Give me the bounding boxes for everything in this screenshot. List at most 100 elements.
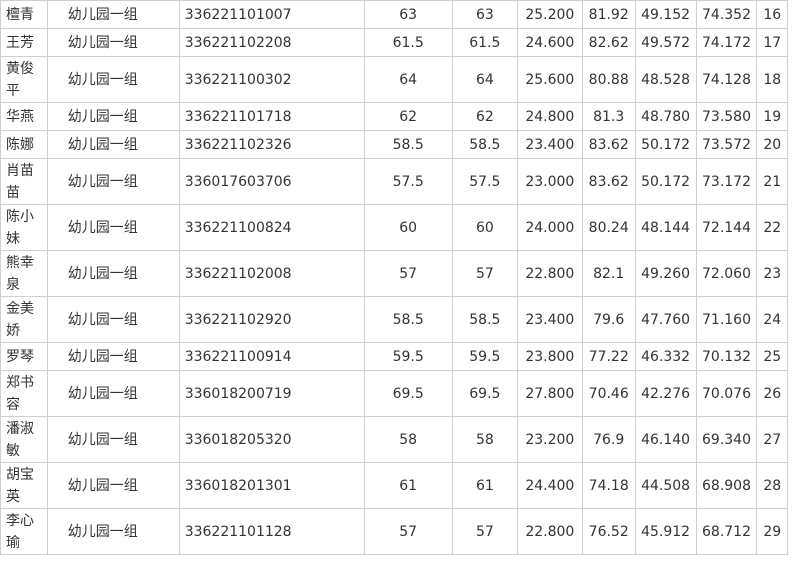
written-raw: 63 — [363, 0, 453, 29]
table-row: 檀青 幼儿园一组 336221101007 63 63 25.200 81.92… — [0, 0, 788, 29]
candidate-name: 郑书容 — [0, 370, 48, 417]
written-score: 62 — [451, 102, 518, 131]
rank: 16 — [756, 0, 788, 29]
table-row: 肖苗苗 幼儿园一组 336017603706 57.5 57.5 23.000 … — [0, 158, 788, 205]
written-raw: 58.5 — [363, 130, 453, 159]
interview-score: 76.9 — [581, 416, 636, 463]
interview-weighted: 49.152 — [634, 0, 697, 29]
written-score: 58.5 — [451, 296, 518, 343]
candidate-name: 华燕 — [0, 102, 48, 131]
group-cell: 幼儿园一组 — [46, 0, 180, 29]
written-weighted: 24.400 — [516, 462, 583, 509]
written-weighted: 25.200 — [516, 0, 583, 29]
exam-id: 336018200719 — [178, 370, 365, 417]
interview-score: 77.22 — [581, 342, 636, 371]
total-score: 70.132 — [695, 342, 758, 371]
written-score: 58 — [451, 416, 518, 463]
total-score: 73.572 — [695, 130, 758, 159]
total-score: 70.076 — [695, 370, 758, 417]
total-score: 72.144 — [695, 204, 758, 251]
rank: 19 — [756, 102, 788, 131]
exam-id: 336221100824 — [178, 204, 365, 251]
group-cell: 幼儿园一组 — [46, 158, 180, 205]
table-row: 罗琴 幼儿园一组 336221100914 59.5 59.5 23.800 7… — [0, 342, 788, 371]
candidate-name: 熊幸泉 — [0, 250, 48, 297]
table-row: 熊幸泉 幼儿园一组 336221102008 57 57 22.800 82.1… — [0, 250, 788, 297]
rank: 25 — [756, 342, 788, 371]
exam-id: 336221101007 — [178, 0, 365, 29]
table-row: 陈小妹 幼儿园一组 336221100824 60 60 24.000 80.2… — [0, 204, 788, 251]
interview-score: 81.3 — [581, 102, 636, 131]
interview-score: 82.1 — [581, 250, 636, 297]
interview-score: 80.88 — [581, 56, 636, 103]
group-cell: 幼儿园一组 — [46, 250, 180, 297]
candidate-name: 陈小妹 — [0, 204, 48, 251]
total-score: 69.340 — [695, 416, 758, 463]
exam-id: 336221102008 — [178, 250, 365, 297]
written-weighted: 23.800 — [516, 342, 583, 371]
score-table: 檀青 幼儿园一组 336221101007 63 63 25.200 81.92… — [0, 0, 788, 555]
interview-weighted: 48.144 — [634, 204, 697, 251]
group-cell: 幼儿园一组 — [46, 296, 180, 343]
interview-weighted: 45.912 — [634, 508, 697, 555]
written-score: 64 — [451, 56, 518, 103]
candidate-name: 肖苗苗 — [0, 158, 48, 205]
table-row: 郑书容 幼儿园一组 336018200719 69.5 69.5 27.800 … — [0, 370, 788, 417]
written-score: 69.5 — [451, 370, 518, 417]
written-weighted: 23.000 — [516, 158, 583, 205]
rank: 18 — [756, 56, 788, 103]
table-row: 黄俊平 幼儿园一组 336221100302 64 64 25.600 80.8… — [0, 56, 788, 103]
rank: 24 — [756, 296, 788, 343]
interview-weighted: 50.172 — [634, 158, 697, 205]
interview-score: 83.62 — [581, 130, 636, 159]
rank: 27 — [756, 416, 788, 463]
total-score: 73.172 — [695, 158, 758, 205]
written-raw: 58.5 — [363, 296, 453, 343]
interview-weighted: 47.760 — [634, 296, 697, 343]
rank: 22 — [756, 204, 788, 251]
interview-weighted: 49.260 — [634, 250, 697, 297]
candidate-name: 檀青 — [0, 0, 48, 29]
interview-weighted: 46.140 — [634, 416, 697, 463]
table-row: 金美娇 幼儿园一组 336221102920 58.5 58.5 23.400 … — [0, 296, 788, 343]
interview-weighted: 46.332 — [634, 342, 697, 371]
rank: 29 — [756, 508, 788, 555]
exam-id: 336221102920 — [178, 296, 365, 343]
written-score: 60 — [451, 204, 518, 251]
group-cell: 幼儿园一组 — [46, 204, 180, 251]
written-raw: 60 — [363, 204, 453, 251]
table-row: 胡宝英 幼儿园一组 336018201301 61 61 24.400 74.1… — [0, 462, 788, 509]
interview-score: 83.62 — [581, 158, 636, 205]
group-cell: 幼儿园一组 — [46, 508, 180, 555]
interview-weighted: 42.276 — [634, 370, 697, 417]
written-weighted: 24.000 — [516, 204, 583, 251]
candidate-name: 罗琴 — [0, 342, 48, 371]
table-row: 潘淑敏 幼儿园一组 336018205320 58 58 23.200 76.9… — [0, 416, 788, 463]
candidate-name: 李心瑜 — [0, 508, 48, 555]
written-score: 57 — [451, 250, 518, 297]
group-cell: 幼儿园一组 — [46, 342, 180, 371]
interview-score: 74.18 — [581, 462, 636, 509]
interview-score: 80.24 — [581, 204, 636, 251]
total-score: 74.352 — [695, 0, 758, 29]
group-cell: 幼儿园一组 — [46, 370, 180, 417]
written-score: 57 — [451, 508, 518, 555]
written-raw: 57.5 — [363, 158, 453, 205]
rank: 21 — [756, 158, 788, 205]
group-cell: 幼儿园一组 — [46, 28, 180, 57]
rank: 26 — [756, 370, 788, 417]
written-score: 58.5 — [451, 130, 518, 159]
table-row: 华燕 幼儿园一组 336221101718 62 62 24.800 81.3 … — [0, 102, 788, 131]
interview-weighted: 50.172 — [634, 130, 697, 159]
interview-score: 79.6 — [581, 296, 636, 343]
written-score: 57.5 — [451, 158, 518, 205]
exam-id: 336018201301 — [178, 462, 365, 509]
group-cell: 幼儿园一组 — [46, 56, 180, 103]
total-score: 68.712 — [695, 508, 758, 555]
rank: 23 — [756, 250, 788, 297]
candidate-name: 黄俊平 — [0, 56, 48, 103]
interview-weighted: 48.528 — [634, 56, 697, 103]
group-cell: 幼儿园一组 — [46, 102, 180, 131]
interview-score: 70.46 — [581, 370, 636, 417]
interview-score: 82.62 — [581, 28, 636, 57]
